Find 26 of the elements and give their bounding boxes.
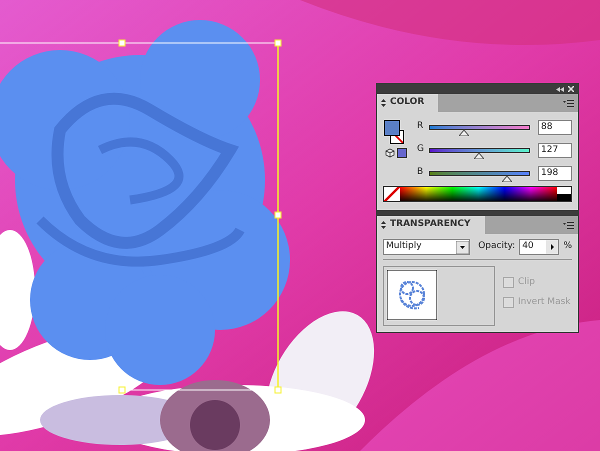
channel-value-field[interactable]: 127 bbox=[538, 142, 572, 158]
channel-value-field[interactable]: 88 bbox=[538, 120, 572, 134]
channel-value-field[interactable]: 198 bbox=[538, 166, 572, 180]
panel-tab[interactable]: TRANSPARENCY bbox=[377, 216, 485, 234]
expand-arrows-icon[interactable] bbox=[381, 221, 386, 229]
expand-arrows-icon[interactable] bbox=[381, 99, 386, 107]
checkbox-label: Clip bbox=[518, 276, 535, 289]
artwork-thumbnail[interactable] bbox=[387, 270, 437, 320]
opacity-label: Opacity: bbox=[478, 240, 516, 254]
color-spectrum-bar[interactable] bbox=[383, 186, 572, 202]
panel-menu-icon[interactable] bbox=[563, 100, 574, 107]
close-icon[interactable] bbox=[568, 86, 574, 92]
channel-label: B bbox=[417, 166, 423, 180]
web-color-swatch[interactable] bbox=[397, 148, 407, 158]
selection-bounding-box[interactable] bbox=[0, 40, 282, 394]
collapse-icon[interactable] bbox=[556, 86, 564, 92]
panel-menu-icon[interactable] bbox=[563, 222, 574, 229]
checkbox-label: Invert Mask bbox=[518, 296, 570, 308]
cube-icon[interactable] bbox=[385, 148, 395, 158]
panel-tab[interactable]: COLOR bbox=[377, 94, 438, 112]
dropdown-caret-icon[interactable] bbox=[456, 240, 470, 254]
opacity-field[interactable]: 40 bbox=[519, 239, 560, 255]
blend-mode-dropdown[interactable]: Multiply bbox=[383, 239, 470, 255]
channel-label: G bbox=[417, 143, 423, 156]
percent-sign: % bbox=[563, 240, 572, 254]
channel-label: R bbox=[417, 120, 423, 134]
